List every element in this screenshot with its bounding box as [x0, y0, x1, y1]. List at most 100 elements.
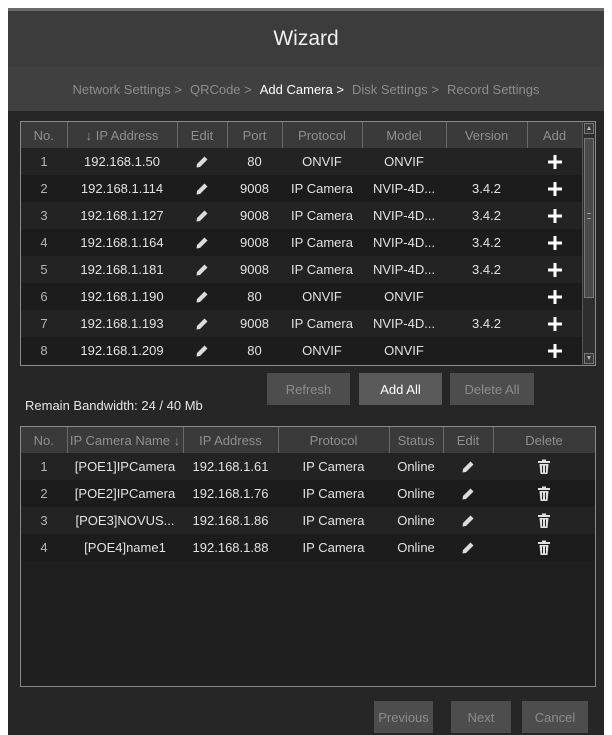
cell-add[interactable]	[527, 283, 582, 310]
cell-ip-address: 192.168.1.88	[183, 534, 278, 561]
delete-all-button[interactable]: Delete All	[450, 373, 534, 405]
col-header-model[interactable]: Model	[362, 122, 447, 148]
step-qrcode[interactable]: QRCode >	[190, 82, 252, 97]
col-header-no[interactable]: No.	[21, 122, 68, 148]
pencil-icon[interactable]	[195, 343, 209, 358]
plus-icon[interactable]	[547, 261, 563, 277]
table-row[interactable]: 4 192.168.1.164 9008 IP Camera NVIP-4D... 3.4…	[21, 229, 582, 256]
cell-edit[interactable]	[177, 148, 227, 175]
plus-icon[interactable]	[547, 342, 563, 358]
plus-icon[interactable]	[547, 315, 563, 331]
table-row[interactable]: 1 [POE1]IPCamera 192.168.1.61 IP Camera Onli…	[21, 453, 595, 480]
pencil-icon[interactable]	[461, 540, 475, 555]
col-header-edit[interactable]: Edit	[177, 122, 228, 148]
pencil-icon[interactable]	[195, 154, 209, 169]
cell-no: 1	[21, 148, 67, 175]
cell-add[interactable]	[527, 337, 582, 364]
pencil-icon[interactable]	[195, 289, 209, 304]
cell-add[interactable]	[527, 310, 582, 337]
trash-icon[interactable]	[537, 512, 551, 528]
cell-no: 2	[21, 480, 67, 507]
cell-no: 5	[21, 256, 67, 283]
cell-ip-address: 192.168.1.50	[67, 148, 177, 175]
cell-port: 9008	[227, 229, 282, 256]
added-camera-table: No. IP Camera Name ↓ IP Address Protocol…	[21, 427, 595, 561]
cell-edit[interactable]	[177, 229, 227, 256]
col-header-edit[interactable]: Edit	[443, 427, 494, 453]
scroll-up-icon[interactable]: ▲	[584, 123, 594, 134]
cell-delete[interactable]	[493, 507, 595, 534]
col-header-ip-address[interactable]: IP Address	[183, 427, 279, 453]
refresh-button[interactable]: Refresh	[267, 373, 350, 405]
scroll-thumb[interactable]	[584, 138, 594, 298]
plus-icon[interactable]	[547, 288, 563, 304]
cell-delete[interactable]	[493, 534, 595, 561]
table-row[interactable]: 7 192.168.1.193 9008 IP Camera NVIP-4D... 3.4…	[21, 310, 582, 337]
cell-edit[interactable]	[443, 534, 493, 561]
plus-icon[interactable]	[547, 234, 563, 250]
table-row[interactable]: 5 192.168.1.181 9008 IP Camera NVIP-4D... 3.4…	[21, 256, 582, 283]
pencil-icon[interactable]	[195, 235, 209, 250]
col-header-no[interactable]: No.	[21, 427, 68, 453]
previous-button[interactable]: Previous	[374, 701, 433, 733]
col-header-version[interactable]: Version	[446, 122, 528, 148]
step-record-settings[interactable]: Record Settings	[447, 82, 540, 97]
col-header-ip-address[interactable]: ↓ IP Address	[67, 122, 178, 148]
pencil-icon[interactable]	[195, 262, 209, 277]
table-row[interactable]: 2 [POE2]IPCamera 192.168.1.76 IP Camera Onli…	[21, 480, 595, 507]
pencil-icon[interactable]	[461, 486, 475, 501]
cell-edit[interactable]	[177, 310, 227, 337]
cell-model: NVIP-4D...	[362, 229, 446, 256]
cell-version	[446, 148, 527, 175]
add-all-button[interactable]: Add All	[359, 373, 442, 405]
cell-add[interactable]	[527, 148, 582, 175]
cell-add[interactable]	[527, 175, 582, 202]
plus-icon[interactable]	[547, 180, 563, 196]
cell-add[interactable]	[527, 229, 582, 256]
pencil-icon[interactable]	[461, 513, 475, 528]
table-row[interactable]: 4 [POE4]name1 192.168.1.88 IP Camera Online	[21, 534, 595, 561]
table-row[interactable]: 3 192.168.1.127 9008 IP Camera NVIP-4D... 3.4…	[21, 202, 582, 229]
table-row[interactable]: 8 192.168.1.209 80 ONVIF ONVIF	[21, 337, 582, 364]
scrollbar[interactable]: ▲ ▼	[582, 122, 595, 365]
plus-icon[interactable]	[547, 207, 563, 223]
pencil-icon[interactable]	[195, 316, 209, 331]
cell-add[interactable]	[527, 202, 582, 229]
cell-edit[interactable]	[177, 202, 227, 229]
pencil-icon[interactable]	[195, 181, 209, 196]
col-header-status[interactable]: Status	[389, 427, 444, 453]
step-network-settings[interactable]: Network Settings >	[72, 82, 181, 97]
cell-edit[interactable]	[177, 256, 227, 283]
cell-delete[interactable]	[493, 480, 595, 507]
cancel-button[interactable]: Cancel	[522, 701, 588, 733]
cell-delete[interactable]	[493, 453, 595, 480]
col-header-camera-name-label: IP Camera Name	[69, 432, 171, 448]
col-header-protocol[interactable]: Protocol	[282, 122, 363, 148]
table-row[interactable]: 3 [POE3]NOVUS... 192.168.1.86 IP Camera Onli…	[21, 507, 595, 534]
table-row[interactable]: 6 192.168.1.190 80 ONVIF ONVIF	[21, 283, 582, 310]
col-header-protocol[interactable]: Protocol	[278, 427, 390, 453]
col-header-add[interactable]: Add	[527, 122, 583, 148]
cell-edit[interactable]	[443, 480, 493, 507]
cell-edit[interactable]	[443, 507, 493, 534]
plus-icon[interactable]	[547, 153, 563, 169]
col-header-port[interactable]: Port	[227, 122, 283, 148]
next-button[interactable]: Next	[451, 701, 511, 733]
pencil-icon[interactable]	[195, 208, 209, 223]
trash-icon[interactable]	[537, 458, 551, 474]
table-row[interactable]: 2 192.168.1.114 9008 IP Camera NVIP-4D... 3.4…	[21, 175, 582, 202]
col-header-camera-name[interactable]: IP Camera Name ↓	[67, 427, 184, 453]
cell-edit[interactable]	[177, 283, 227, 310]
cell-edit[interactable]	[177, 175, 227, 202]
pencil-icon[interactable]	[461, 459, 475, 474]
trash-icon[interactable]	[537, 539, 551, 555]
cell-edit[interactable]	[443, 453, 493, 480]
table-row[interactable]: 1 192.168.1.50 80 ONVIF ONVIF	[21, 148, 582, 175]
trash-icon[interactable]	[537, 485, 551, 501]
cell-edit[interactable]	[177, 337, 227, 364]
step-disk-settings[interactable]: Disk Settings >	[352, 82, 439, 97]
col-header-delete[interactable]: Delete	[493, 427, 595, 453]
cell-add[interactable]	[527, 256, 582, 283]
step-add-camera[interactable]: Add Camera >	[260, 82, 344, 97]
scroll-down-icon[interactable]: ▼	[584, 353, 594, 364]
